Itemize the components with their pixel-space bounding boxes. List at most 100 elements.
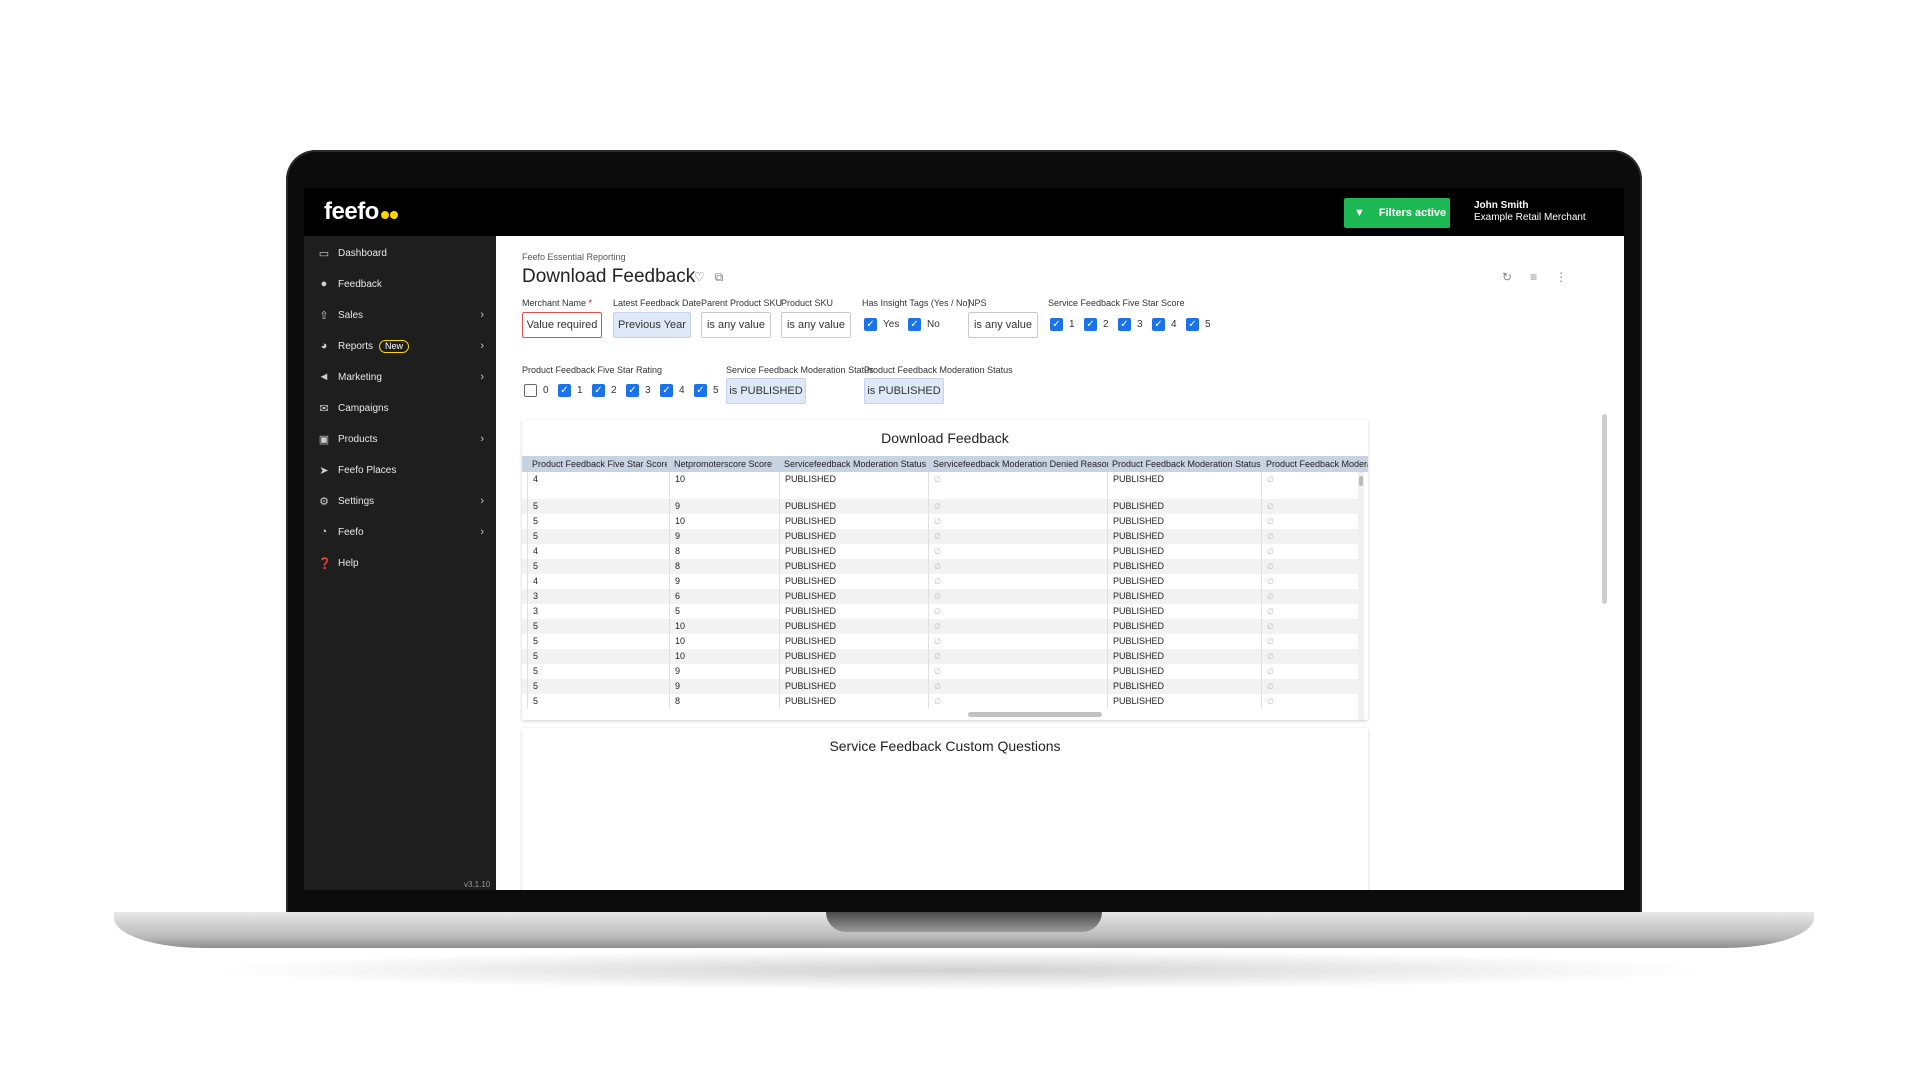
column-header[interactable]: Servicefeedback Moderation Status — [784, 456, 929, 472]
service-moderation-label: Service Feedback Moderation Status — [726, 365, 874, 375]
insight-tags-yes-checkbox[interactable]: ✓ Yes — [864, 318, 899, 331]
megaphone-icon: ◄ — [318, 371, 330, 383]
table-cell: ∅ — [928, 514, 1107, 529]
upload-icon: ⇧ — [319, 309, 329, 322]
sidebar-item-products[interactable]: ▣ Products › — [304, 424, 496, 454]
sidebar-item-feefo[interactable]: ◔ Feefo › — [304, 517, 496, 547]
filters-active-button[interactable]: ▼ Filters active — [1344, 198, 1450, 228]
table-cell: 10 — [669, 472, 779, 499]
service-star-5-checkbox[interactable]: ✓ 5 — [1186, 318, 1211, 331]
service-five-star-label: Service Feedback Five Star Score — [1048, 298, 1185, 308]
sidebar-item-settings[interactable]: ⚙ Settings › — [304, 486, 496, 516]
filter-lines-icon[interactable]: ≡ — [1530, 270, 1537, 284]
table-cell: PUBLISHED — [1107, 529, 1261, 544]
sidebar: ▭ Dashboard ● Feedback ⇧ Sales › ◕ Reports New… — [304, 236, 496, 890]
table-cell: PUBLISHED — [1107, 604, 1261, 619]
product-star-3-checkbox[interactable]: ✓ 3 — [626, 384, 651, 397]
column-header[interactable]: Netpromoterscore Score — [674, 456, 779, 472]
table-row[interactable]: 5 10 PUBLISHED ∅ PUBLISHED ∅ — [522, 649, 1358, 664]
column-header[interactable]: Product Feedback Moderation Status — [1112, 456, 1262, 472]
sidebar-item-dashboard[interactable]: ▭ Dashboard — [304, 238, 496, 268]
vertical-scrollbar[interactable] — [1358, 472, 1364, 720]
table-cell: ∅ — [928, 559, 1107, 574]
product-star-5-checkbox[interactable]: ✓ 5 — [694, 384, 719, 397]
table-row[interactable]: 5 9 PUBLISHED ∅ PUBLISHED ∅ — [522, 679, 1358, 694]
chart-pie-icon: ◕ — [320, 340, 328, 352]
page-title: Download Feedback — [522, 266, 696, 287]
product-moderation-filter[interactable]: is PUBLISHED — [864, 378, 944, 404]
table-cell: 5 — [527, 634, 669, 649]
table-row[interactable]: 4 9 PUBLISHED ∅ PUBLISHED ∅ — [522, 574, 1358, 589]
sidebar-item-campaigns[interactable]: ✉ Campaigns — [304, 393, 496, 423]
tile-title: Service Feedback Custom Questions — [829, 738, 1061, 754]
table-row[interactable]: 3 6 PUBLISHED ∅ PUBLISHED ∅ — [522, 589, 1358, 604]
sidebar-item-label: Feefo Places — [338, 464, 397, 476]
custom-questions-tile: Service Feedback Custom Questions — [522, 728, 1368, 890]
envelope-icon: ✉ — [319, 402, 329, 415]
table-cell: 5 — [527, 619, 669, 634]
filter-funnel-icon: ▼ — [1354, 207, 1365, 219]
service-star-3-checkbox[interactable]: ✓ 3 — [1118, 318, 1143, 331]
service-star-2-checkbox[interactable]: ✓ 2 — [1084, 318, 1109, 331]
horizontal-scrollbar[interactable] — [968, 712, 1102, 717]
table-row[interactable]: 5 9 PUBLISHED ∅ PUBLISHED ∅ — [522, 529, 1358, 544]
breadcrumb[interactable]: Feefo Essential Reporting — [522, 252, 626, 262]
table-cell: 5 — [527, 664, 669, 679]
user-menu[interactable]: John Smith Example Retail Merchant — [1474, 200, 1586, 224]
more-vertical-icon[interactable]: ⋮ — [1555, 270, 1567, 284]
table-row[interactable]: 5 10 PUBLISHED ∅ PUBLISHED ∅ — [522, 634, 1358, 649]
feefo-logo[interactable]: feefo — [324, 198, 399, 226]
sidebar-item-feedback[interactable]: ● Feedback — [304, 269, 496, 299]
page-scrollbar[interactable] — [1602, 414, 1607, 604]
table-row[interactable]: 5 8 PUBLISHED ∅ PUBLISHED ∅ — [522, 559, 1358, 574]
table-row[interactable]: 3 5 PUBLISHED ∅ PUBLISHED ∅ — [522, 604, 1358, 619]
product-star-1-checkbox[interactable]: ✓ 1 — [558, 384, 583, 397]
refresh-icon[interactable]: ↻ — [1502, 270, 1512, 284]
sidebar-item-feefo-places[interactable]: ➤ Feefo Places — [304, 455, 496, 485]
table-cell: PUBLISHED — [779, 514, 928, 529]
parent-product-sku-filter[interactable]: is any value — [701, 312, 771, 338]
table-cell: PUBLISHED — [779, 472, 928, 499]
insight-tags-no-checkbox[interactable]: ✓ No — [908, 318, 940, 331]
table-cell: PUBLISHED — [1107, 559, 1261, 574]
user-name: John Smith — [1474, 200, 1529, 211]
scroll-thumb[interactable] — [1359, 476, 1363, 486]
table-row[interactable]: 5 9 PUBLISHED ∅ PUBLISHED ∅ — [522, 664, 1358, 679]
service-moderation-filter[interactable]: is PUBLISHED — [726, 378, 806, 404]
checkmark-icon: ✓ — [558, 384, 571, 397]
table-cell: 6 — [669, 589, 779, 604]
table-row[interactable]: 5 9 PUBLISHED ∅ PUBLISHED ∅ — [522, 499, 1358, 514]
table-row[interactable]: 5 10 PUBLISHED ∅ PUBLISHED ∅ — [522, 514, 1358, 529]
product-star-2-checkbox[interactable]: ✓ 2 — [592, 384, 617, 397]
sidebar-item-reports[interactable]: ◕ Reports New › — [304, 331, 496, 361]
table-cell: PUBLISHED — [1107, 649, 1261, 664]
table-cell: ∅ — [1261, 514, 1358, 529]
table-row[interactable]: 5 8 PUBLISHED ∅ PUBLISHED ∅ — [522, 694, 1358, 709]
heart-icon[interactable]: ♡ — [694, 270, 705, 284]
checkmark-icon: ✓ — [1084, 318, 1097, 331]
insight-tags-label: Has Insight Tags (Yes / No) — [862, 298, 971, 308]
column-header[interactable]: Servicefeedback Moderation Denied Reason — [933, 456, 1108, 472]
merchant-name-filter[interactable]: Value required — [522, 312, 602, 338]
product-star-4-checkbox[interactable]: ✓ 4 — [660, 384, 685, 397]
sidebar-item-help[interactable]: ❓ Help — [304, 548, 496, 578]
sidebar-item-sales[interactable]: ⇧ Sales › — [304, 300, 496, 330]
table-cell: ∅ — [1261, 472, 1358, 499]
copy-icon[interactable]: ⧉ — [715, 270, 724, 284]
sidebar-item-label: Sales — [338, 309, 364, 321]
column-header[interactable]: Product Feedback Moderatio — [1266, 456, 1368, 472]
table-cell: ∅ — [928, 619, 1107, 634]
column-header[interactable]: Product Feedback Five Star Score — [532, 456, 667, 472]
sidebar-item-marketing[interactable]: ◄ Marketing › — [304, 362, 496, 392]
service-star-1-checkbox[interactable]: ✓ 1 — [1050, 318, 1075, 331]
table-row[interactable]: 5 10 PUBLISHED ∅ PUBLISHED ∅ — [522, 619, 1358, 634]
sidebar-item-label: Products — [338, 433, 378, 445]
latest-feedback-date-filter[interactable]: Previous Year — [613, 312, 691, 338]
table-row[interactable]: 4 10 PUBLISHED ∅ PUBLISHED ∅ — [522, 472, 1358, 499]
product-sku-filter[interactable]: is any value — [781, 312, 851, 338]
product-star-0-checkbox[interactable]: 0 — [524, 384, 549, 397]
table-row[interactable]: 4 8 PUBLISHED ∅ PUBLISHED ∅ — [522, 544, 1358, 559]
service-star-4-checkbox[interactable]: ✓ 4 — [1152, 318, 1177, 331]
nps-filter[interactable]: is any value — [968, 312, 1038, 338]
table-cell: ∅ — [1261, 649, 1358, 664]
